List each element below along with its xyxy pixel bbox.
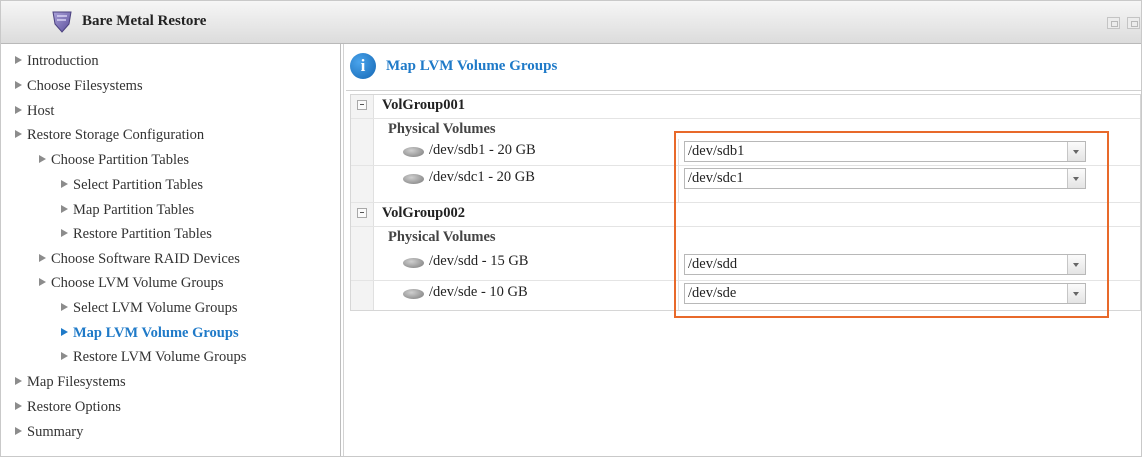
nav-item-summary[interactable]: Summary bbox=[15, 422, 83, 442]
triangle-right-icon bbox=[61, 205, 68, 213]
hard-disk-icon bbox=[403, 174, 424, 184]
nav-item-choose-partition-tables[interactable]: Choose Partition Tables bbox=[39, 150, 189, 170]
panel-divider bbox=[343, 44, 344, 456]
hard-disk-icon bbox=[403, 147, 424, 157]
hard-disk-icon bbox=[403, 258, 424, 268]
maximize-button[interactable] bbox=[1107, 17, 1120, 29]
physical-volumes-label: Physical Volumes bbox=[388, 121, 496, 137]
nav-item-host[interactable]: Host bbox=[15, 101, 54, 121]
group-name: VolGroup001 bbox=[382, 97, 465, 113]
physical-volumes-label: Physical Volumes bbox=[388, 229, 496, 245]
triangle-right-icon bbox=[15, 56, 22, 64]
nav-item-map-lvm-volume-groups[interactable]: Map LVM Volume Groups bbox=[61, 323, 239, 343]
info-icon: i bbox=[350, 53, 376, 79]
triangle-right-icon bbox=[15, 427, 22, 435]
collapse-icon[interactable] bbox=[357, 100, 367, 110]
nav-item-restore-lvm-volume-groups[interactable]: Restore LVM Volume Groups bbox=[61, 347, 246, 367]
nav-item-choose-filesystems[interactable]: Choose Filesystems bbox=[15, 76, 143, 96]
triangle-right-icon bbox=[15, 130, 22, 138]
triangle-right-icon bbox=[61, 229, 68, 237]
highlight-annotation-box bbox=[674, 131, 1109, 318]
triangle-right-icon bbox=[15, 377, 22, 385]
window-title: Bare Metal Restore bbox=[82, 13, 207, 29]
pv-label: /dev/sdb1 - 20 GB bbox=[429, 142, 536, 158]
page-title: Map LVM Volume Groups bbox=[386, 58, 558, 74]
triangle-right-icon bbox=[61, 180, 68, 188]
group-row-volgroup001: VolGroup001 bbox=[351, 95, 1140, 119]
collapse-icon[interactable] bbox=[357, 208, 367, 218]
nav-item-select-lvm-volume-groups[interactable]: Select LVM Volume Groups bbox=[61, 298, 237, 318]
nav-item-map-partition-tables[interactable]: Map Partition Tables bbox=[61, 200, 194, 220]
triangle-right-icon bbox=[39, 254, 46, 262]
pv-label: /dev/sdc1 - 20 GB bbox=[429, 169, 535, 185]
close-button[interactable] bbox=[1127, 17, 1140, 29]
triangle-right-icon bbox=[15, 106, 22, 114]
nav-item-choose-software-raid-devices[interactable]: Choose Software RAID Devices bbox=[39, 249, 240, 269]
triangle-right-icon bbox=[61, 352, 68, 360]
content-header: i Map LVM Volume Groups bbox=[346, 44, 1141, 91]
triangle-right-icon bbox=[15, 81, 22, 89]
hard-disk-icon bbox=[403, 289, 424, 299]
triangle-right-icon bbox=[61, 328, 68, 336]
nav-item-restore-partition-tables[interactable]: Restore Partition Tables bbox=[61, 224, 212, 244]
pv-label: /dev/sde - 10 GB bbox=[429, 284, 528, 300]
triangle-right-icon bbox=[39, 155, 46, 163]
nav-item-map-filesystems[interactable]: Map Filesystems bbox=[15, 372, 126, 392]
pv-label: /dev/sdd - 15 GB bbox=[429, 253, 529, 269]
nav-item-introduction[interactable]: Introduction bbox=[15, 51, 99, 71]
triangle-right-icon bbox=[39, 278, 46, 286]
group-name: VolGroup002 bbox=[382, 205, 465, 221]
triangle-right-icon bbox=[15, 402, 22, 410]
nav-item-restore-options[interactable]: Restore Options bbox=[15, 397, 121, 417]
nav-item-restore-storage-configuration[interactable]: Restore Storage Configuration bbox=[15, 125, 204, 145]
wizard-steps-sidebar: Introduction Choose Filesystems Host Res… bbox=[1, 44, 341, 456]
nav-item-select-partition-tables[interactable]: Select Partition Tables bbox=[61, 175, 203, 195]
title-bar: Bare Metal Restore bbox=[1, 1, 1141, 44]
nav-item-choose-lvm-volume-groups[interactable]: Choose LVM Volume Groups bbox=[39, 273, 224, 293]
triangle-right-icon bbox=[61, 303, 68, 311]
shield-app-icon bbox=[52, 11, 72, 33]
bare-metal-restore-window: Bare Metal Restore Introduction Choose F… bbox=[0, 0, 1142, 457]
